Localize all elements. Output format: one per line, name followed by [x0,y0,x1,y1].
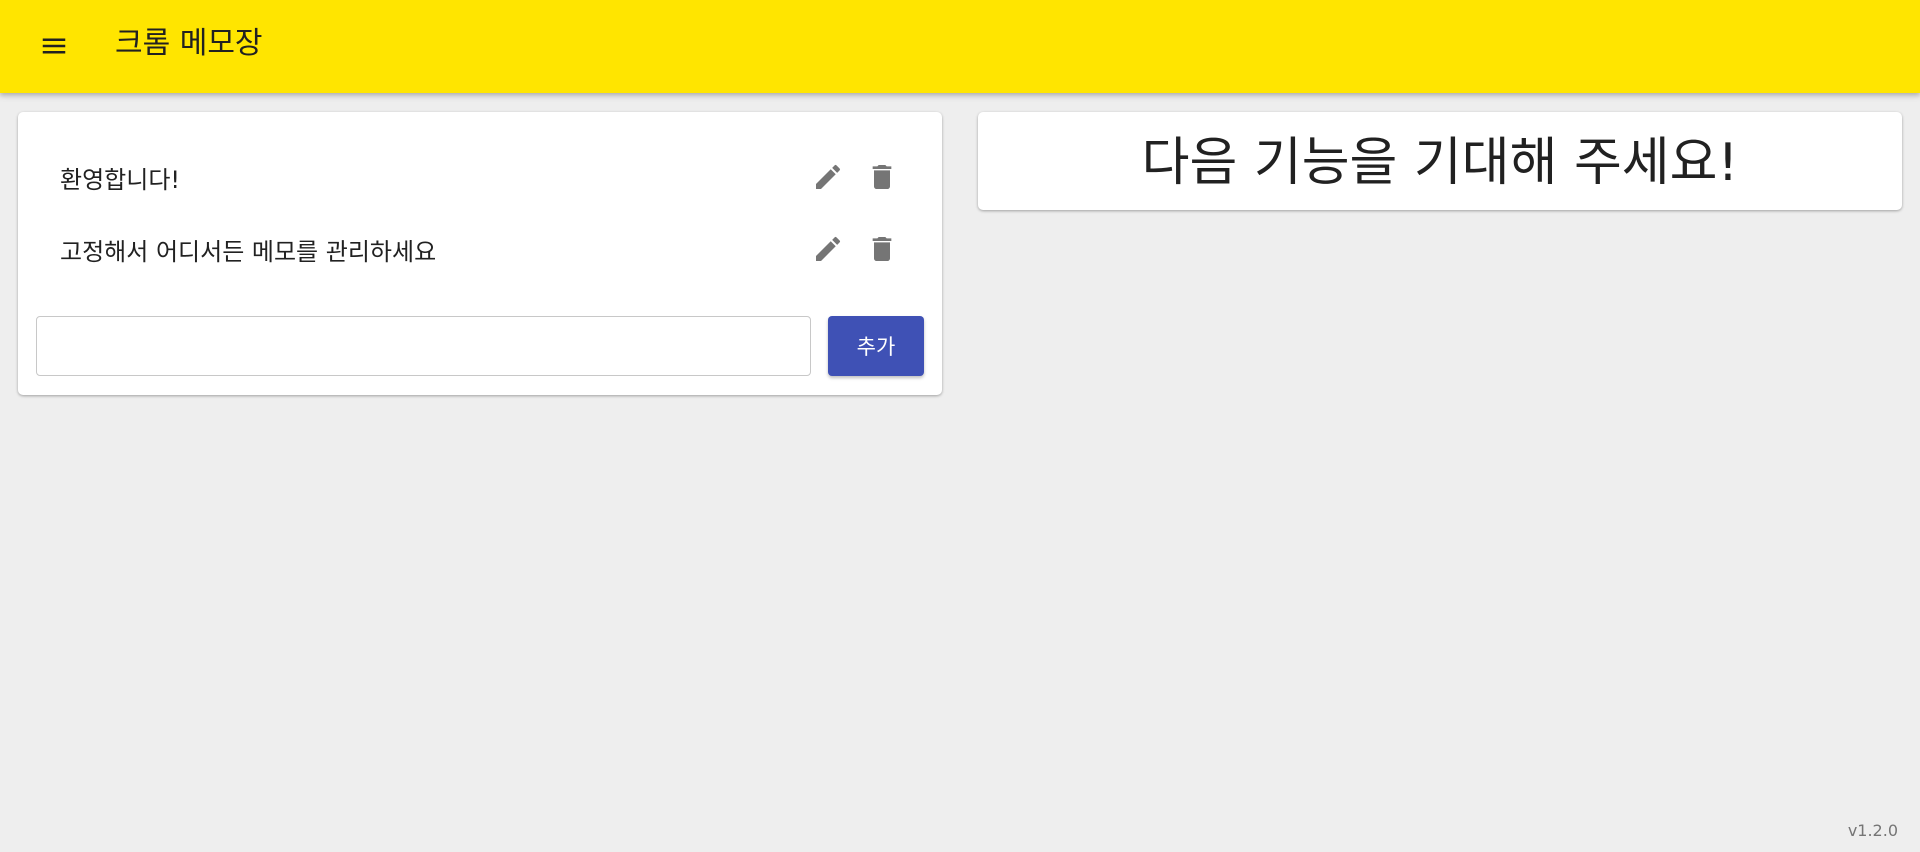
menu-button[interactable] [34,26,74,66]
delete-memo-button[interactable] [860,227,904,271]
delete-memo-button[interactable] [860,155,904,199]
memo-text: 고정해서 어디서든 메모를 관리하세요 [60,237,437,266]
app-bar: 크롬 메모장 [0,0,1920,93]
app-title: 크롬 메모장 [115,26,263,61]
coming-soon-message: 다음 기능을 기대해 주세요! [1141,132,1739,193]
version-label: v1.2.0 [1847,821,1898,840]
pencil-icon [816,164,841,189]
new-memo-input[interactable] [36,316,811,376]
edit-memo-button[interactable] [806,227,850,271]
trash-icon [872,237,892,261]
memo-item: 환영합니다! [18,142,942,212]
edit-memo-button[interactable] [806,155,850,199]
memo-card: 환영합니다! 고정해서 어디서든 메모를 관리하세요 추가 [18,112,942,395]
pencil-icon [816,236,841,261]
memo-text: 환영합니다! [60,165,181,194]
trash-icon [872,165,892,189]
menu-icon [42,38,66,54]
coming-soon-card: 다음 기능을 기대해 주세요! [978,112,1902,210]
add-memo-button[interactable]: 추가 [828,316,924,376]
memo-item: 고정해서 어디서든 메모를 관리하세요 [18,214,942,284]
